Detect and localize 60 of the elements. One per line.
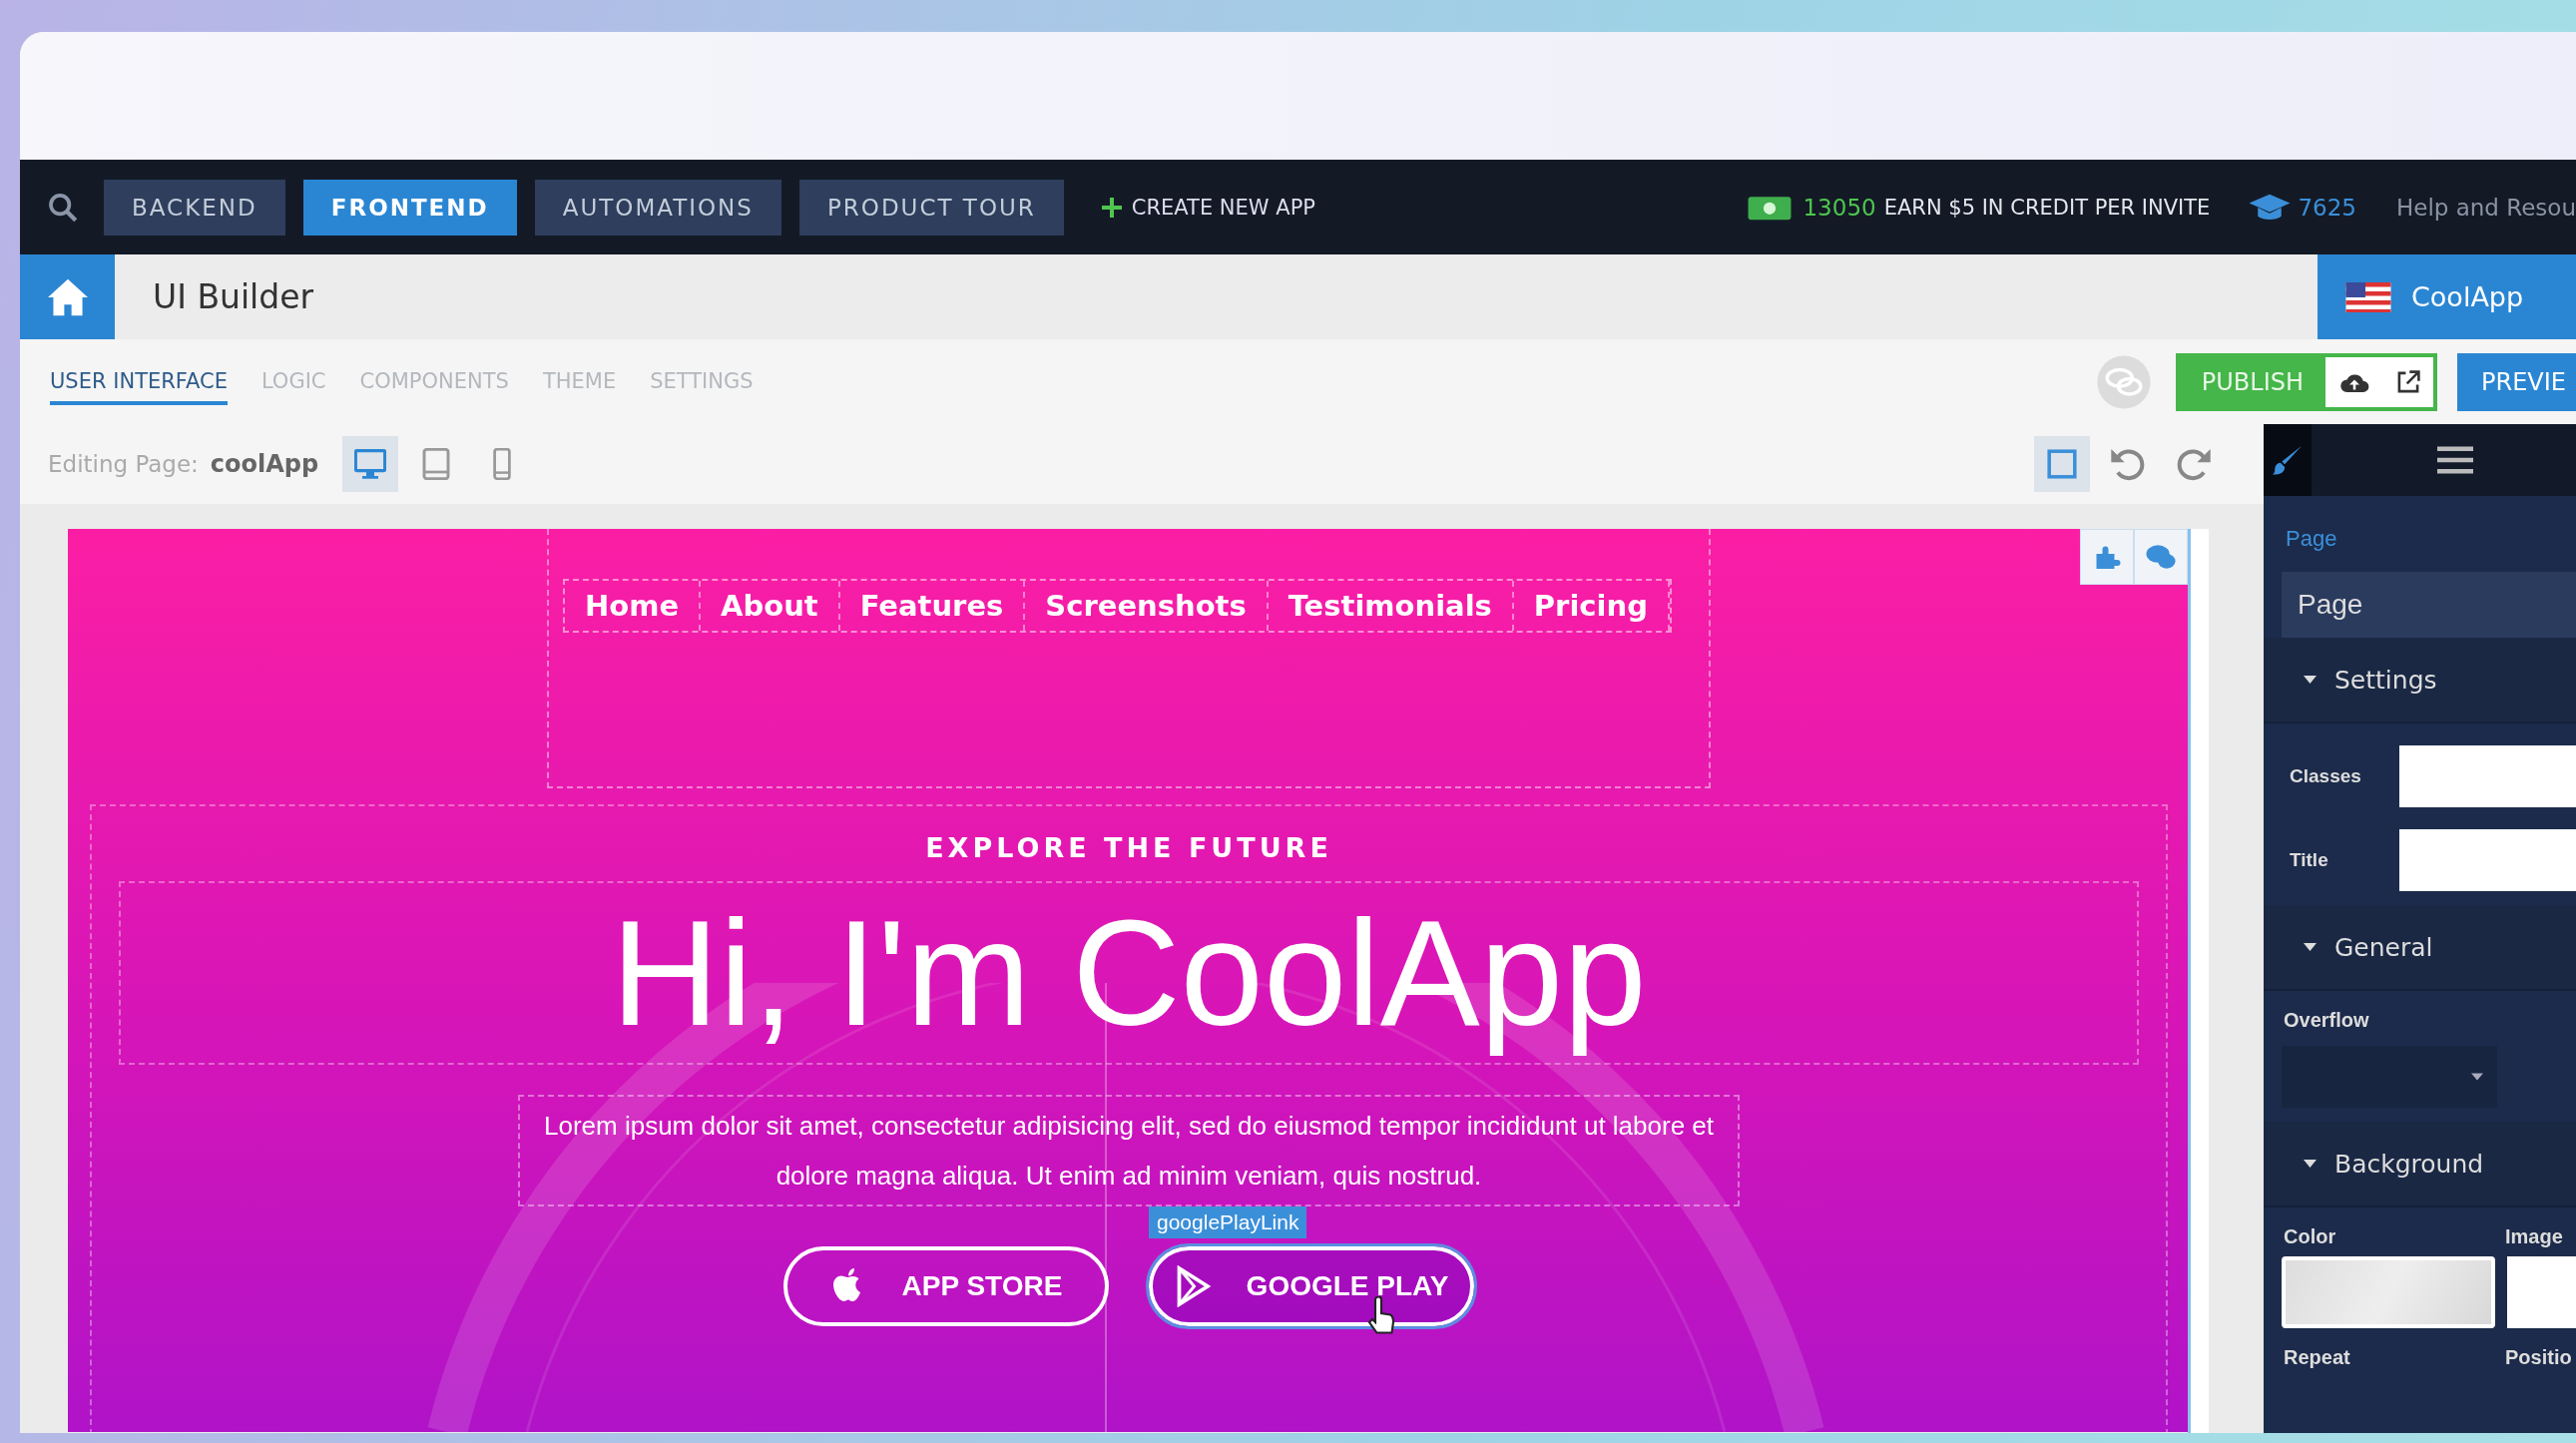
editing-page-name: coolApp [210, 450, 319, 478]
caret-icon[interactable] [2304, 943, 2317, 951]
nav-tab[interactable]: PRODUCT TOUR [798, 179, 1064, 236]
field-label: Title [2289, 849, 2329, 871]
breadcrumb-link[interactable]: Page [2286, 526, 2576, 552]
site-nav-link[interactable]: Screenshots [1025, 581, 1269, 631]
builder-tab[interactable]: USER INTERFACE [50, 358, 228, 405]
home-button[interactable] [20, 254, 115, 339]
site-nav-link[interactable]: Home [565, 581, 702, 631]
preview-button[interactable]: PREVIE [2457, 352, 2576, 411]
nav-tab[interactable]: AUTOMATIONS [534, 179, 781, 236]
selection-label: googlePlayLink [1149, 1206, 1307, 1238]
store-button[interactable]: APP STORE [783, 1246, 1109, 1326]
site-nav-link[interactable]: Pricing [1513, 581, 1670, 631]
section-header[interactable]: Settings [2334, 665, 2437, 695]
site-nav-link[interactable]: Features [839, 581, 1026, 631]
desktop-view-button[interactable] [342, 436, 399, 492]
field-label: Classes [2289, 765, 2362, 787]
page-title: UI Builder [153, 277, 314, 316]
hand-cursor-icon [1366, 1296, 1396, 1336]
help-link[interactable]: Help and Resou [2395, 194, 2576, 221]
learning-count: 7625 [2298, 194, 2356, 221]
field-label: Repeat [2283, 1346, 2351, 1369]
invite-credit-text[interactable]: EARN $5 IN CREDIT PER INVITE [1883, 195, 2211, 220]
caret-icon[interactable] [2304, 676, 2317, 684]
color-swatch[interactable] [2282, 1256, 2495, 1328]
field-label: Positio [2504, 1346, 2573, 1369]
create-app-link[interactable]: CREATE NEW APP [1101, 195, 1315, 220]
square-icon [2046, 448, 2078, 480]
hero-title: Hi, I'm CoolApp [119, 881, 2139, 1065]
field-label: Image [2504, 1225, 2564, 1248]
editing-page-label: Editing Page: [48, 451, 199, 477]
field-label: Overflow [2283, 1009, 2370, 1032]
plus-icon [1101, 197, 1122, 218]
app-switcher[interactable]: CoolApp [2318, 254, 2576, 339]
flag-icon [2345, 281, 2391, 312]
nav-tab[interactable]: FRONTEND [302, 179, 517, 236]
puzzle-icon[interactable] [2080, 529, 2134, 585]
input-field[interactable] [2399, 745, 2576, 807]
store-button[interactable]: GOOGLE PLAY [1149, 1246, 1474, 1326]
section-header[interactable]: General [2334, 932, 2433, 962]
caret-icon [2471, 1073, 2483, 1081]
field-label: Color [2283, 1225, 2337, 1248]
publish-button[interactable]: PUBLISH [2179, 356, 2325, 407]
desktop-icon [354, 448, 387, 480]
select-frame-button[interactable] [2034, 436, 2090, 492]
section-header[interactable]: Background [2334, 1149, 2484, 1179]
canvas-scrollbar[interactable] [2188, 529, 2209, 1433]
element-name: Page [2282, 572, 2576, 638]
brush-icon[interactable] [2264, 424, 2312, 496]
chat-icon[interactable] [2134, 529, 2188, 585]
input-field[interactable] [2399, 829, 2576, 891]
site-nav-link[interactable]: Testimonials [1268, 581, 1514, 631]
hero-paragraph: Lorem ipsum dolor sit amet, consectetur adipisicing elit, sed do eiusmod tempor incididunt ut labore et dolore magna aliqua. Ut enim ad minim veniam, quis nostrud. [518, 1095, 1740, 1206]
site-nav-link[interactable]: About [701, 581, 840, 631]
input-field[interactable] [2507, 1256, 2576, 1328]
caret-icon[interactable] [2304, 1160, 2317, 1168]
hero-eyebrow: EXPLORE THE FUTURE [925, 832, 1332, 863]
nav-tab[interactable]: BACKEND [104, 179, 285, 236]
credit-count: 13050 [1803, 194, 1876, 221]
